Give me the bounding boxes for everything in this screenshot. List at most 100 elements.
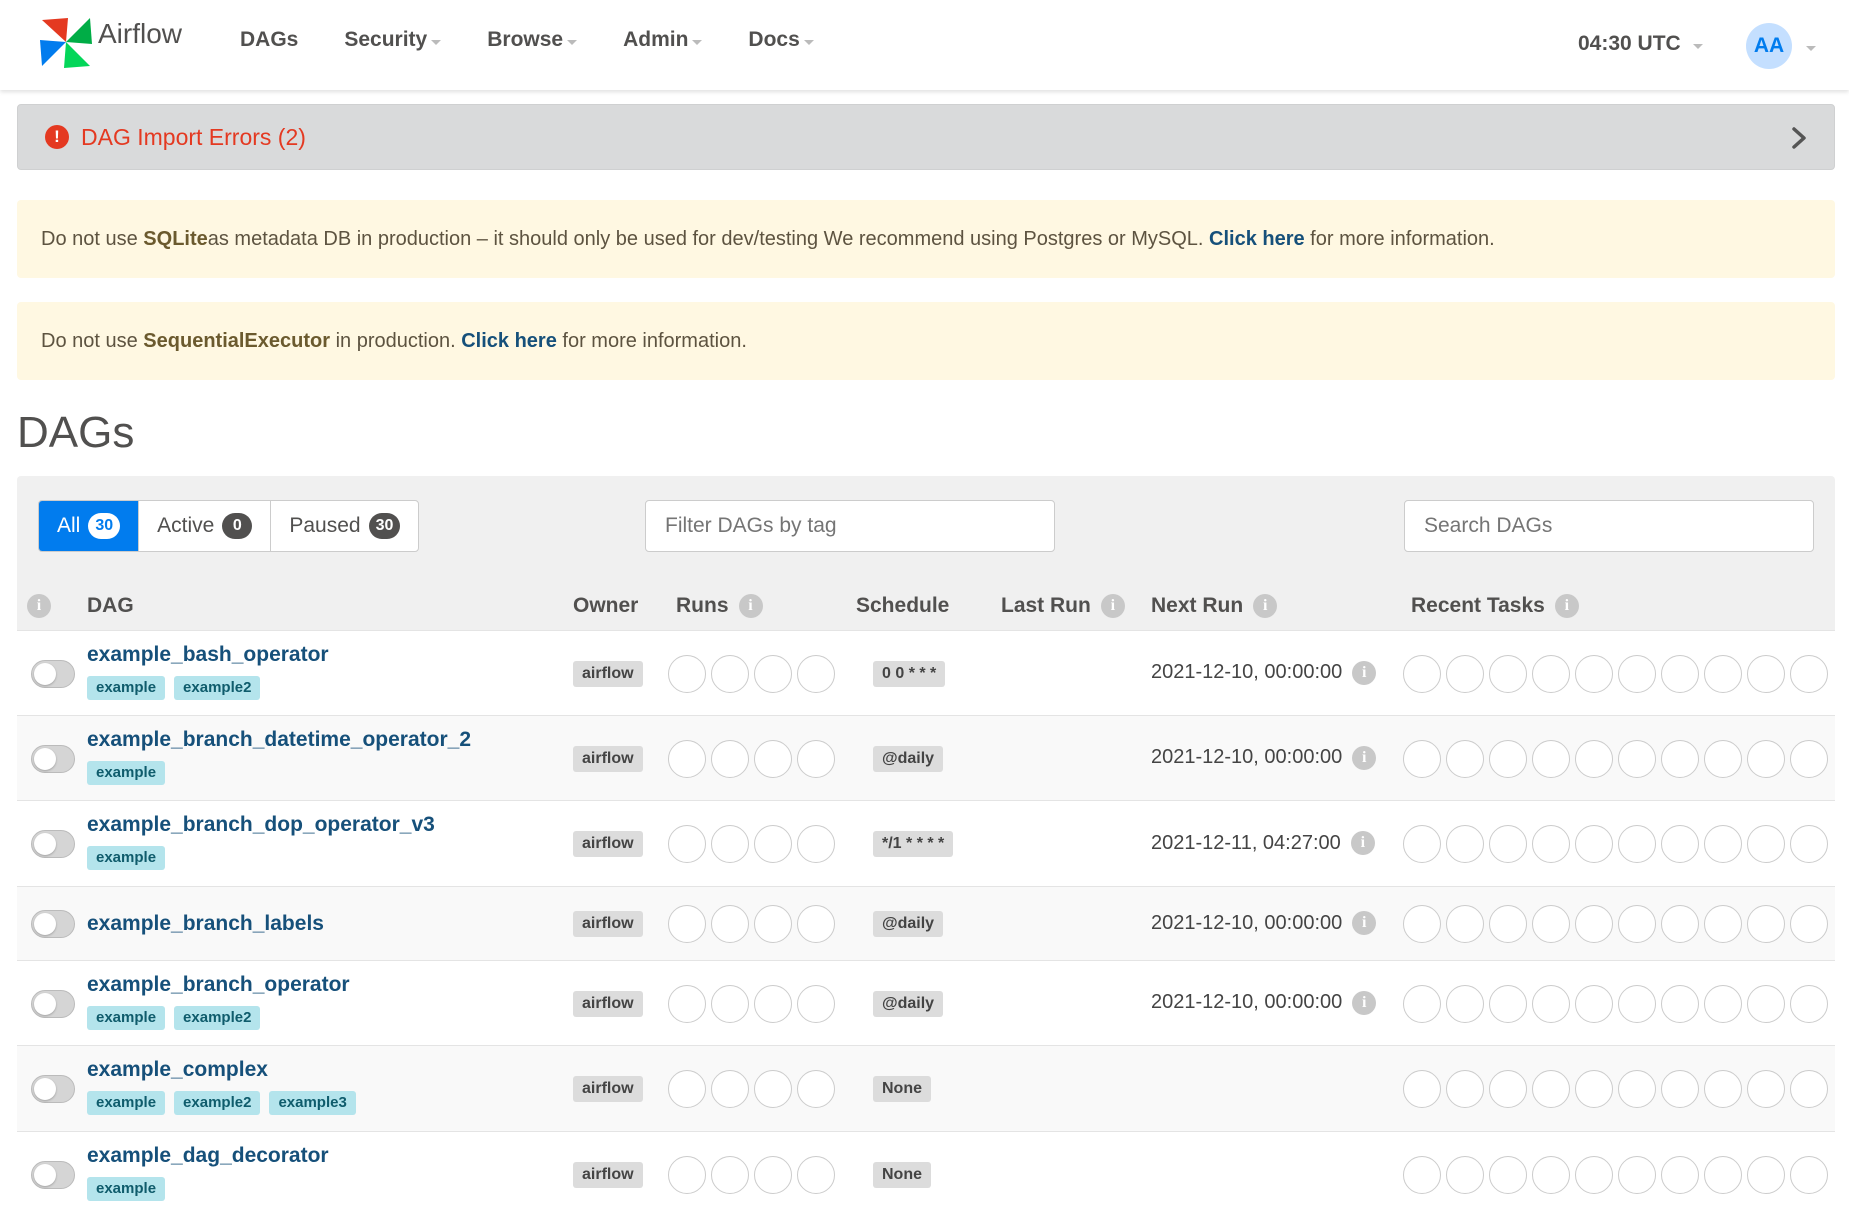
task-status-circle[interactable] — [1489, 1070, 1527, 1108]
task-status-circle[interactable] — [1704, 654, 1742, 693]
task-status-circle[interactable] — [1661, 905, 1699, 943]
run-status-circle[interactable] — [668, 739, 706, 778]
owner-badge[interactable]: airflow — [573, 1076, 643, 1102]
task-status-circle[interactable] — [1618, 905, 1656, 943]
task-status-circle[interactable] — [1747, 984, 1785, 1023]
filter-paused-button[interactable]: Paused 30 — [271, 501, 418, 551]
info-icon[interactable]: i — [1554, 594, 1579, 618]
task-status-circle[interactable] — [1446, 984, 1484, 1023]
task-status-circle[interactable] — [1446, 739, 1484, 778]
run-status-circle[interactable] — [711, 654, 749, 693]
toggle-column-info[interactable]: i — [27, 591, 51, 621]
task-status-circle[interactable] — [1403, 825, 1441, 863]
run-status-circle[interactable] — [711, 825, 749, 863]
task-status-circle[interactable] — [1532, 1156, 1570, 1194]
dag-tag[interactable]: example2 — [174, 1091, 261, 1115]
dag-pause-toggle[interactable] — [31, 1075, 75, 1103]
task-status-circle[interactable] — [1403, 739, 1441, 778]
task-status-circle[interactable] — [1661, 984, 1699, 1023]
filter-all-button[interactable]: All 30 — [39, 501, 140, 551]
run-status-circle[interactable] — [797, 1156, 835, 1194]
run-status-circle[interactable] — [797, 905, 835, 943]
owner-badge[interactable]: airflow — [573, 831, 643, 857]
executor-click-here-link[interactable]: Click here — [461, 330, 557, 353]
brand-link[interactable]: Airflow — [38, 14, 182, 70]
schedule-badge[interactable]: None — [873, 1076, 931, 1102]
run-status-circle[interactable] — [668, 654, 706, 693]
task-status-circle[interactable] — [1704, 739, 1742, 778]
task-status-circle[interactable] — [1403, 984, 1441, 1023]
dag-tag[interactable]: example2 — [174, 676, 261, 700]
task-status-circle[interactable] — [1747, 739, 1785, 778]
task-status-circle[interactable] — [1532, 654, 1570, 693]
task-status-circle[interactable] — [1704, 905, 1742, 943]
run-status-circle[interactable] — [754, 1156, 792, 1194]
task-status-circle[interactable] — [1575, 739, 1613, 778]
task-status-circle[interactable] — [1790, 739, 1828, 778]
dag-pause-toggle[interactable] — [31, 910, 75, 938]
task-status-circle[interactable] — [1575, 654, 1613, 693]
task-status-circle[interactable] — [1790, 825, 1828, 863]
task-status-circle[interactable] — [1575, 1070, 1613, 1108]
task-status-circle[interactable] — [1790, 905, 1828, 943]
dag-tag[interactable]: example — [87, 1177, 166, 1201]
info-icon[interactable]: i — [1352, 660, 1377, 685]
task-status-circle[interactable] — [1489, 739, 1527, 778]
dag-tag[interactable]: example — [87, 846, 166, 870]
run-status-circle[interactable] — [668, 825, 706, 863]
run-status-circle[interactable] — [754, 1070, 792, 1108]
dag-name-link[interactable]: example_branch_datetime_operator_2 — [87, 728, 471, 752]
run-status-circle[interactable] — [754, 654, 792, 693]
task-status-circle[interactable] — [1704, 825, 1742, 863]
task-status-circle[interactable] — [1790, 984, 1828, 1023]
run-status-circle[interactable] — [797, 825, 835, 863]
task-status-circle[interactable] — [1790, 1070, 1828, 1108]
dag-name-link[interactable]: example_branch_labels — [87, 912, 324, 936]
dag-name-link[interactable]: example_branch_operator — [87, 973, 350, 997]
info-icon[interactable]: i — [1352, 911, 1377, 935]
task-status-circle[interactable] — [1661, 1156, 1699, 1194]
info-icon[interactable]: i — [1100, 594, 1125, 618]
owner-badge[interactable]: airflow — [573, 990, 643, 1017]
run-status-circle[interactable] — [754, 984, 792, 1023]
schedule-badge[interactable]: */1 * * * * — [873, 831, 954, 857]
search-dags-input[interactable] — [1404, 500, 1814, 552]
task-status-circle[interactable] — [1747, 654, 1785, 693]
tag-filter-input[interactable] — [645, 500, 1055, 552]
column-header-next-run[interactable]: Next Run i — [1151, 591, 1278, 621]
task-status-circle[interactable] — [1618, 1070, 1656, 1108]
task-status-circle[interactable] — [1489, 825, 1527, 863]
run-status-circle[interactable] — [797, 1070, 835, 1108]
task-status-circle[interactable] — [1661, 1070, 1699, 1108]
task-status-circle[interactable] — [1790, 1156, 1828, 1194]
info-icon[interactable]: i — [1350, 831, 1375, 855]
dag-pause-toggle[interactable] — [31, 1161, 75, 1189]
schedule-badge[interactable]: @daily — [873, 911, 944, 937]
dag-pause-toggle[interactable] — [31, 989, 75, 1018]
task-status-circle[interactable] — [1532, 984, 1570, 1023]
info-icon[interactable]: i — [1352, 745, 1377, 770]
nav-admin[interactable]: Admin — [623, 28, 703, 52]
schedule-badge[interactable]: None — [873, 1162, 931, 1188]
run-status-circle[interactable] — [711, 1070, 749, 1108]
dag-tag[interactable]: example — [87, 1006, 166, 1030]
owner-badge[interactable]: airflow — [573, 1162, 643, 1188]
task-status-circle[interactable] — [1489, 654, 1527, 693]
task-status-circle[interactable] — [1446, 1156, 1484, 1194]
column-header-owner[interactable]: Owner — [573, 591, 638, 621]
run-status-circle[interactable] — [754, 739, 792, 778]
task-status-circle[interactable] — [1403, 905, 1441, 943]
dag-pause-toggle[interactable] — [31, 659, 75, 688]
run-status-circle[interactable] — [668, 984, 706, 1023]
task-status-circle[interactable] — [1661, 739, 1699, 778]
task-status-circle[interactable] — [1747, 825, 1785, 863]
dag-tag[interactable]: example — [87, 761, 166, 785]
run-status-circle[interactable] — [711, 984, 749, 1023]
task-status-circle[interactable] — [1661, 654, 1699, 693]
nav-browse[interactable]: Browse — [487, 28, 578, 52]
task-status-circle[interactable] — [1446, 905, 1484, 943]
task-status-circle[interactable] — [1575, 984, 1613, 1023]
task-status-circle[interactable] — [1575, 825, 1613, 863]
run-status-circle[interactable] — [711, 905, 749, 943]
task-status-circle[interactable] — [1747, 1156, 1785, 1194]
